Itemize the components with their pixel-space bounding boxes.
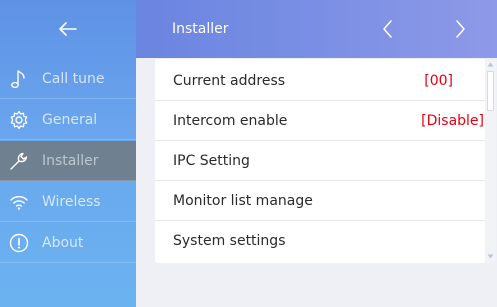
settings-list: Current address [00] Intercom enable [Di… — [155, 59, 496, 263]
sidebar-item-installer[interactable]: Installer — [0, 141, 136, 181]
arrow-left-icon — [59, 22, 77, 36]
setting-row-current-address[interactable]: Current address [00] — [155, 61, 485, 101]
page-title: Installer — [172, 21, 229, 37]
next-page-button[interactable] — [448, 17, 472, 41]
sidebar-item-label: About — [42, 235, 84, 251]
sidebar-item-wireless[interactable]: Wireless — [0, 182, 136, 222]
scrollbar[interactable] — [485, 59, 496, 263]
setting-label: Monitor list manage — [173, 193, 313, 209]
sidebar-item-call-tune[interactable]: Call tune — [0, 59, 136, 99]
previous-page-button[interactable] — [376, 17, 400, 41]
wrench-icon — [10, 152, 28, 170]
gear-icon — [10, 110, 28, 130]
scroll-down-arrow-icon[interactable] — [487, 253, 494, 260]
sidebar-item-about[interactable]: About — [0, 223, 136, 263]
header-bar: Installer — [136, 0, 497, 58]
setting-row-ipc-setting[interactable]: IPC Setting — [155, 141, 485, 181]
scroll-up-arrow-icon[interactable] — [487, 61, 494, 68]
sidebar-item-general[interactable]: General — [0, 100, 136, 140]
setting-label: IPC Setting — [173, 153, 250, 169]
setting-value: [00] — [424, 73, 453, 89]
setting-row-monitor-list-manage[interactable]: Monitor list manage — [155, 181, 485, 221]
chevron-right-icon — [456, 20, 465, 38]
back-button[interactable] — [0, 0, 136, 58]
sidebar-item-label: Wireless — [42, 194, 101, 210]
setting-label: Intercom enable — [173, 113, 288, 129]
setting-value: [Disable] — [421, 113, 484, 129]
sidebar: Call tune General Installer Wireless Abo… — [0, 0, 136, 307]
info-icon — [9, 233, 29, 253]
wifi-icon — [10, 195, 28, 210]
sidebar-item-label: Call tune — [42, 71, 105, 87]
sidebar-item-label: General — [42, 112, 98, 128]
sidebar-item-label: Installer — [42, 153, 99, 169]
chevron-left-icon — [383, 20, 392, 38]
setting-row-system-settings[interactable]: System settings — [155, 221, 485, 261]
setting-label: System settings — [173, 233, 286, 249]
setting-row-intercom-enable[interactable]: Intercom enable [Disable] — [155, 101, 485, 141]
music-note-icon — [11, 70, 25, 89]
scrollbar-thumb[interactable] — [487, 71, 494, 111]
setting-label: Current address — [173, 73, 286, 89]
